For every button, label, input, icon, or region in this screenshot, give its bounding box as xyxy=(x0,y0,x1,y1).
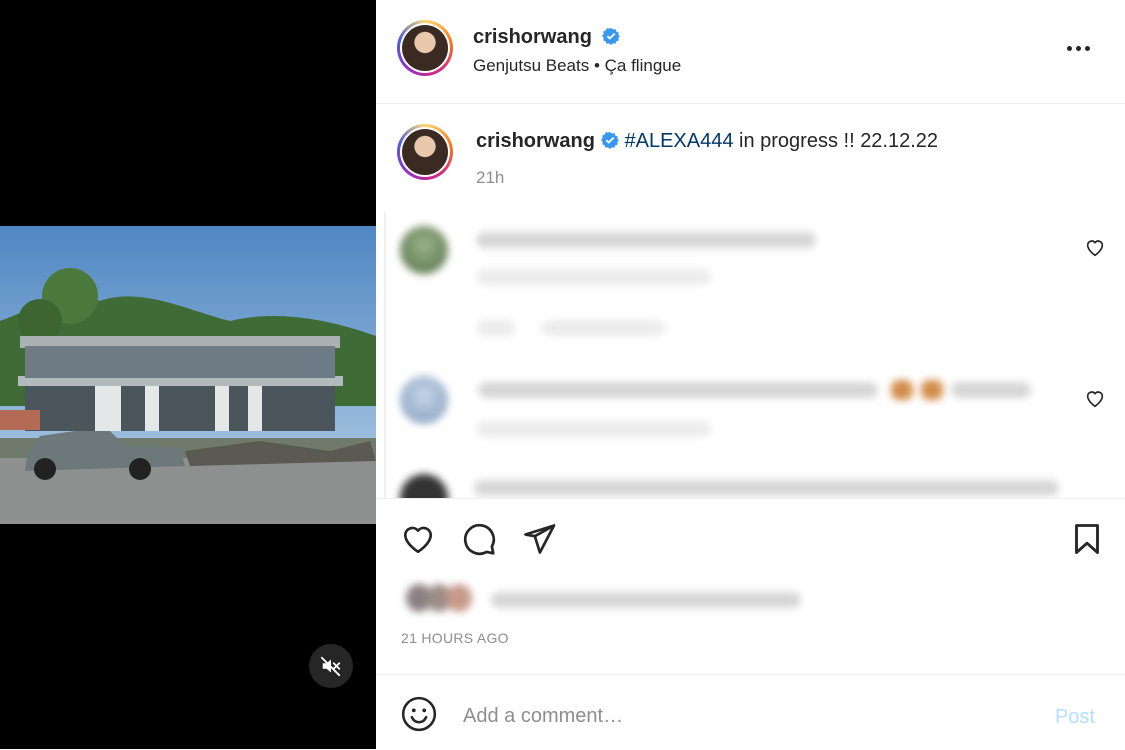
comments-list[interactable] xyxy=(384,212,1125,498)
mute-toggle-button[interactable] xyxy=(309,644,353,688)
more-horizontal-icon xyxy=(1067,45,1072,51)
post-comment-button[interactable]: Post xyxy=(1049,705,1101,730)
comment-like-icon[interactable] xyxy=(1084,387,1106,409)
caption-text: in progress !! 22.12.22 xyxy=(733,130,939,152)
caption-time[interactable]: 21h xyxy=(476,168,504,188)
audio-track-link[interactable]: Genjutsu Beats • Ça flingue xyxy=(473,56,681,76)
caption: crishorwang #ALEXA444 in progress !! 22.… xyxy=(476,130,938,155)
construction-photo xyxy=(0,226,376,524)
emoji-icon[interactable] xyxy=(400,695,438,733)
caption-avatar[interactable] xyxy=(397,124,453,180)
speaker-muted-icon xyxy=(320,656,341,677)
comment-like-icon[interactable] xyxy=(1084,236,1106,258)
comment-input[interactable] xyxy=(461,695,1025,737)
caption-username[interactable]: crishorwang xyxy=(476,130,595,152)
more-options-button[interactable] xyxy=(1067,38,1097,58)
post-header: crishorwang Genjutsu Beats • Ça flingue xyxy=(376,0,1125,104)
heart-icon[interactable] xyxy=(400,521,436,557)
bookmark-icon[interactable] xyxy=(1069,521,1105,557)
verified-badge-icon xyxy=(600,131,619,155)
author-name-row: crishorwang xyxy=(473,26,621,50)
post-timestamp[interactable]: 21 HOURS AGO xyxy=(401,630,509,646)
action-bar xyxy=(376,498,1125,579)
post-media[interactable] xyxy=(0,0,376,749)
author-username[interactable]: crishorwang xyxy=(473,26,592,48)
verified-badge-icon xyxy=(602,27,621,50)
author-avatar[interactable] xyxy=(397,20,453,76)
video-frame[interactable] xyxy=(0,226,376,524)
caption-hashtag[interactable]: #ALEXA444 xyxy=(624,130,733,152)
post-panel: crishorwang Genjutsu Beats • Ça flingue … xyxy=(376,0,1125,749)
send-icon[interactable] xyxy=(521,521,557,557)
comment-composer: Post xyxy=(376,674,1125,750)
comment-icon[interactable] xyxy=(461,521,497,557)
likes-summary[interactable] xyxy=(406,582,826,618)
